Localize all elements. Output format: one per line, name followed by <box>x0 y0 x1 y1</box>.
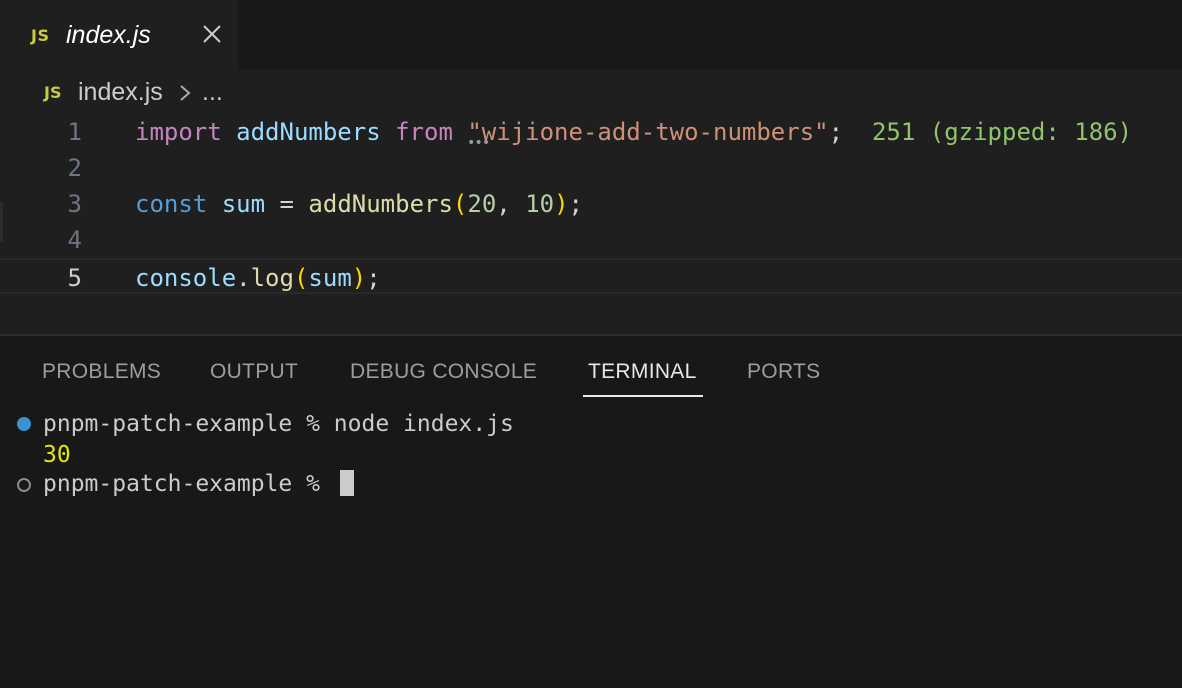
code-text: import addNumbers from "wijione-add-two-… <box>135 118 1133 146</box>
tab-label: index.js <box>66 21 151 49</box>
code-line-current: 5 console.log(sum); <box>0 258 1182 294</box>
code-line: 3 const sum = addNumbers(20, 10); <box>0 186 1182 222</box>
import-cost-hint: 251 (gzipped: 186) <box>871 118 1133 146</box>
code-text: const sum = addNumbers(20, 10); <box>135 190 583 218</box>
code-line: 1 import addNumbers from "wijione-add-tw… <box>0 114 1182 150</box>
breadcrumb-file[interactable]: index.js <box>78 78 163 107</box>
terminal-prompt: pnpm-patch-example % <box>43 469 354 499</box>
ellipsis-hint-icon[interactable]: ••• <box>467 136 490 150</box>
terminal-output: 30 <box>43 442 71 468</box>
js-file-icon: JS <box>31 26 50 45</box>
editor-tab-index-js[interactable]: JS index.js <box>0 0 238 70</box>
code-line: 4 <box>0 222 1182 258</box>
tab-terminal[interactable]: TERMINAL <box>588 360 697 384</box>
scroll-gutter-mark <box>0 202 3 242</box>
empty-dot-icon[interactable] <box>17 478 31 492</box>
chevron-right-icon <box>180 85 191 101</box>
breadcrumb: JS index.js ... <box>0 70 1182 114</box>
vscode-window: JS index.js JS index.js ... 1 import add… <box>0 0 1182 688</box>
editor-tab-bar: JS index.js <box>0 0 1182 70</box>
line-number: 1 <box>67 118 82 146</box>
code-editor[interactable]: 1 import addNumbers from "wijione-add-tw… <box>0 114 1182 334</box>
close-icon[interactable] <box>199 21 225 47</box>
tab-problems[interactable]: PROBLEMS <box>42 360 161 384</box>
line-number: 2 <box>67 154 82 182</box>
terminal-cursor <box>339 470 354 496</box>
tab-ports[interactable]: PORTS <box>747 360 820 384</box>
breadcrumb-more[interactable]: ... <box>202 78 223 107</box>
line-number: 5 <box>67 264 82 292</box>
success-dot-icon[interactable] <box>17 417 31 431</box>
bottom-panel: PROBLEMS OUTPUT DEBUG CONSOLE TERMINAL P… <box>0 336 1182 688</box>
active-tab-indicator <box>583 395 703 397</box>
line-number: 3 <box>67 190 82 218</box>
code-line: 2 <box>0 150 1182 186</box>
terminal-line: pnpm-patch-example % node index.js <box>43 411 514 437</box>
js-file-icon: JS <box>44 83 62 102</box>
code-text: console.log(sum); <box>135 264 381 292</box>
tab-debug-console[interactable]: DEBUG CONSOLE <box>350 360 537 384</box>
line-number: 4 <box>67 226 82 254</box>
tab-output[interactable]: OUTPUT <box>210 360 298 384</box>
